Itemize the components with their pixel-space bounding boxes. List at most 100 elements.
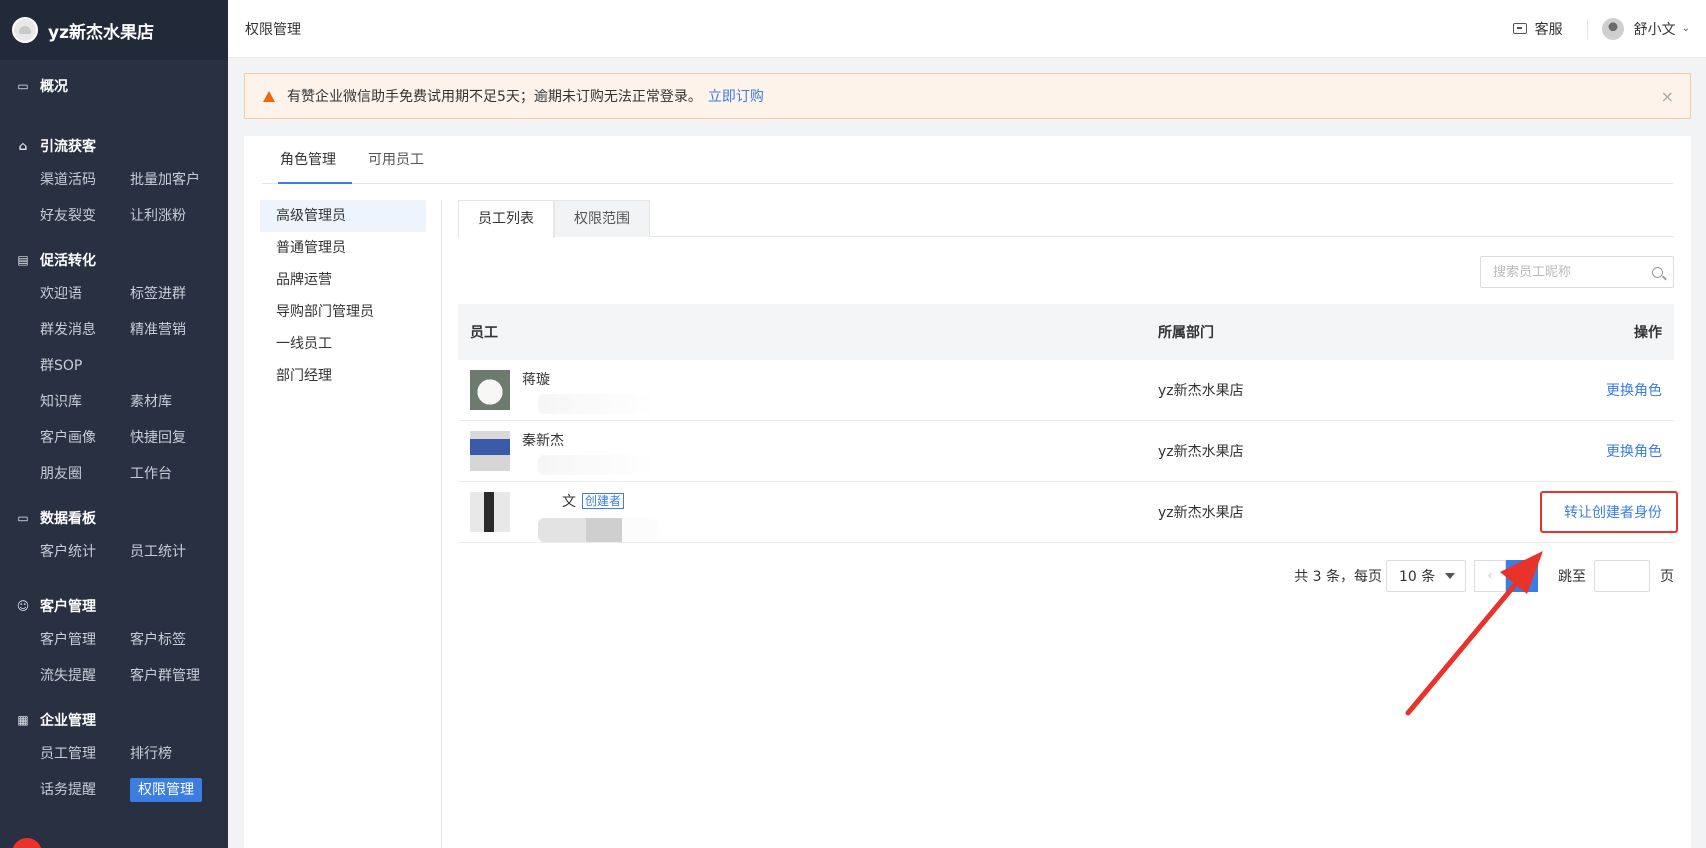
jump-input[interactable] (1594, 560, 1650, 592)
change-role-link[interactable]: 更换角色 (1606, 383, 1662, 399)
nav-title-conversion[interactable]: ▤ 促活转化 (0, 248, 228, 272)
nav-group-acquisition: ⌂ 引流获客 渠道活码 批量加客户 好友裂变 让利涨粉 (0, 134, 228, 234)
divider (441, 200, 442, 848)
avatar (1601, 17, 1624, 40)
sidebar-item-friend-fission[interactable]: 好友裂变 (40, 198, 130, 234)
nav-group-customers: ☺ 客户管理 客户管理 客户标签 流失提醒 客户群管理 (0, 594, 228, 694)
sidebar-item-quick-reply[interactable]: 快捷回复 (130, 420, 220, 456)
redacted-blur (538, 518, 658, 542)
creator-badge: 创建者 (582, 493, 625, 509)
sidebar-item-empty (130, 348, 220, 384)
store-icon: ⌂ (18, 139, 28, 153)
sidebar-item-group-sop[interactable]: 群SOP (40, 348, 130, 384)
table-row: 蒋璇 yz新杰水果店 更换角色 (458, 360, 1674, 421)
chat-icon (1512, 23, 1527, 34)
prev-page-button[interactable]: ‹ (1474, 560, 1506, 592)
nav-group-overview: ▭ 概况 (0, 74, 228, 98)
sidebar-item-profit-fans[interactable]: 让利涨粉 (130, 198, 220, 234)
sidebar-item-employee-stats[interactable]: 员工统计 (130, 534, 220, 570)
tab-employee-list[interactable]: 员工列表 (458, 200, 554, 238)
search-input[interactable] (1493, 264, 1643, 280)
table-row: 秦新杰 yz新杰水果店 更换角色 (458, 421, 1674, 482)
sidebar-item-leaderboard[interactable]: 排行榜 (130, 736, 220, 772)
tab-permission-scope[interactable]: 权限范围 (554, 200, 650, 237)
change-role-link[interactable]: 更换角色 (1606, 444, 1662, 460)
subscribe-link[interactable]: 立即订购 (708, 86, 764, 106)
sidebar-item-mass-message[interactable]: 群发消息 (40, 312, 130, 348)
sidebar-item-group-manage[interactable]: 客户群管理 (130, 658, 220, 694)
sidebar-item-tag-group[interactable]: 标签进群 (130, 276, 220, 312)
redacted-blur (538, 455, 658, 475)
tab-role-management[interactable]: 角色管理 (262, 135, 352, 184)
sidebar-item-workbench[interactable]: 工作台 (130, 456, 220, 492)
avatar (470, 431, 510, 471)
role-item[interactable]: 一线员工 (260, 328, 426, 360)
role-list: 高级管理员 普通管理员 品牌运营 导购部门管理员 一线员工 部门经理 (260, 200, 426, 392)
employee-department: yz新杰水果店 (1158, 383, 1244, 399)
sidebar-item-customer-tags[interactable]: 客户标签 (130, 622, 220, 658)
sidebar-item-permissions[interactable]: 权限管理 (130, 772, 220, 808)
close-icon[interactable]: × (1661, 87, 1674, 106)
tab-available-staff[interactable]: 可用员工 (352, 135, 440, 183)
sidebar-item-call-alert[interactable]: 话务提醒 (40, 772, 130, 808)
monitor-icon: ▭ (17, 79, 29, 93)
total-text: 共 3 条，每页 (1294, 569, 1382, 585)
main-panel: 角色管理 可用员工 高级管理员 普通管理员 品牌运营 导购部门管理员 一线员工 … (244, 136, 1691, 848)
page-suffix: 页 (1660, 569, 1674, 585)
sidebar-item-precise-marketing[interactable]: 精准营销 (130, 312, 220, 348)
employee-name: 蒋璇 (522, 372, 550, 388)
main-tabs: 角色管理 可用员工 (262, 136, 1673, 184)
role-item[interactable]: 导购部门管理员 (260, 296, 426, 328)
dashboard-icon: ▭ (17, 511, 29, 525)
support-button[interactable]: 客服 (1512, 19, 1563, 39)
brand: yz新杰水果店 (0, 0, 228, 60)
warning-icon (263, 90, 275, 102)
trial-notice: 有赞企业微信助手免费试用期不足5天；逾期未订购无法正常登录。 立即订购 × (244, 73, 1691, 119)
table-header: 员工 所属部门 操作 (458, 304, 1674, 360)
highlight-box: 转让创建者身份 (1540, 491, 1678, 533)
employee-table: 员工 所属部门 操作 蒋璇 yz新杰水果店 更换角色 秦新杰 yz新杰水果店 更… (458, 304, 1678, 543)
nav-title-overview[interactable]: ▭ 概况 (0, 74, 228, 98)
employee-department: yz新杰水果店 (1158, 505, 1244, 521)
caret-down-icon (1445, 573, 1455, 579)
user-icon: ☺ (16, 599, 30, 613)
sidebar-item-churn-alert[interactable]: 流失提醒 (40, 658, 130, 694)
transfer-creator-link[interactable]: 转让创建者身份 (1564, 505, 1662, 521)
search-icon[interactable] (1652, 266, 1663, 278)
sidebar-item-customer-stats[interactable]: 客户统计 (40, 534, 130, 570)
sidebar-item-welcome[interactable]: 欢迎语 (40, 276, 130, 312)
sidebar-item-staff-manage[interactable]: 员工管理 (40, 736, 130, 772)
nav-title-customers[interactable]: ☺ 客户管理 (0, 594, 228, 618)
nav-group-enterprise: ▦ 企业管理 员工管理 排行榜 话务提醒 权限管理 (0, 708, 228, 808)
role-item[interactable]: 高级管理员 (260, 200, 426, 232)
role-item[interactable]: 普通管理员 (260, 232, 426, 264)
nav-group-dashboard: ▭ 数据看板 客户统计 员工统计 (0, 506, 228, 570)
avatar (470, 370, 510, 410)
avatar (470, 492, 510, 532)
sidebar-item-customer-manage[interactable]: 客户管理 (40, 622, 130, 658)
sidebar-item-customer-profile[interactable]: 客户画像 (40, 420, 130, 456)
employee-department: yz新杰水果店 (1158, 444, 1244, 460)
calendar-icon: ▤ (17, 253, 29, 267)
nav-group-conversion: ▤ 促活转化 欢迎语 标签进群 群发消息 精准营销 群SOP 知识库 素材库 客… (0, 248, 228, 492)
role-item[interactable]: 部门经理 (260, 360, 426, 392)
pagination: 共 3 条，每页 10 条 ‹ 1 跳至 页 (458, 560, 1674, 592)
page-button[interactable]: 1 (1506, 560, 1538, 592)
header-employee: 员工 (470, 325, 498, 341)
user-name: 舒小文 (1633, 21, 1676, 38)
nav-title-dashboard[interactable]: ▭ 数据看板 (0, 506, 228, 530)
page-title: 权限管理 (245, 21, 301, 38)
header-action: 操作 (1634, 325, 1662, 341)
sidebar-item-knowledge[interactable]: 知识库 (40, 384, 130, 420)
user-menu[interactable]: 舒小文 ⌄ (1601, 17, 1690, 40)
sub-tabs: 员工列表 权限范围 (458, 200, 1674, 238)
nav-title-enterprise[interactable]: ▦ 企业管理 (0, 708, 228, 732)
sidebar-item-moments[interactable]: 朋友圈 (40, 456, 130, 492)
nav-title-acquisition[interactable]: ⌂ 引流获客 (0, 134, 228, 158)
sidebar-item-materials[interactable]: 素材库 (130, 384, 220, 420)
role-item[interactable]: 品牌运营 (260, 264, 426, 296)
sidebar-item-batch-add[interactable]: 批量加客户 (130, 162, 220, 198)
page-size-select[interactable]: 10 条 (1386, 560, 1466, 592)
sidebar-item-channel-code[interactable]: 渠道活码 (40, 162, 130, 198)
search-box (1480, 256, 1674, 288)
